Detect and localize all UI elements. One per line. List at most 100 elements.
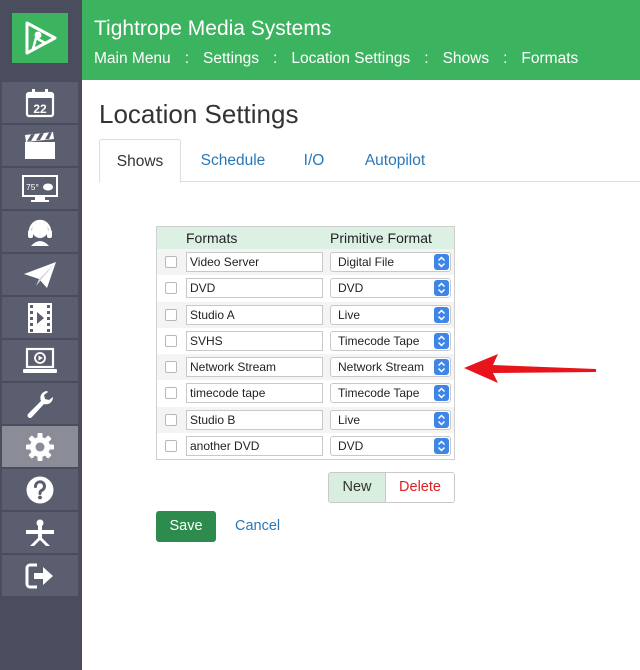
breadcrumb-location-settings[interactable]: Location Settings: [291, 50, 410, 68]
sidebar-item-tools[interactable]: [2, 383, 78, 424]
breadcrumb-settings[interactable]: Settings: [203, 50, 259, 68]
sidebar-nav: 22 75°: [0, 82, 82, 598]
row-checkbox[interactable]: [165, 282, 177, 295]
film-icon: [28, 302, 52, 333]
table-header: Formats Primitive Format: [157, 227, 454, 249]
app-logo[interactable]: [12, 13, 68, 63]
format-name-input[interactable]: Video Server: [186, 252, 323, 272]
tab-schedule[interactable]: Schedule: [187, 139, 279, 182]
gear-icon: [26, 432, 54, 461]
sidebar-item-player[interactable]: [2, 340, 78, 381]
breadcrumb-separator: :: [273, 50, 278, 67]
primitive-format-select[interactable]: Digital File: [330, 252, 451, 272]
save-button[interactable]: Save: [156, 511, 216, 542]
table-row: Video Server Digital File: [157, 249, 454, 276]
sidebar-item-logout[interactable]: [2, 555, 78, 596]
network-icon: [26, 519, 54, 546]
select-updown-icon: [434, 306, 449, 323]
sidebar-item-settings[interactable]: [2, 426, 78, 467]
select-updown-icon: [434, 411, 449, 428]
row-checkbox[interactable]: [165, 387, 177, 400]
row-checkbox[interactable]: [165, 256, 177, 268]
calendar-day-text: 22: [33, 102, 47, 116]
table-row: Studio A Live: [157, 301, 454, 328]
select-updown-icon: [434, 438, 449, 455]
primitive-format-select[interactable]: Timecode Tape: [330, 383, 451, 404]
weather-temp-text: 75°: [26, 182, 39, 192]
format-name-input[interactable]: Studio A: [186, 304, 323, 325]
formats-table: Formats Primitive Format Video Server Di…: [156, 226, 455, 461]
tab-io[interactable]: I/O: [291, 139, 337, 182]
breadcrumb-main-menu[interactable]: Main Menu: [94, 50, 171, 68]
sidebar-item-support[interactable]: [2, 211, 78, 252]
sidebar-item-help[interactable]: [2, 469, 78, 510]
primitive-format-value: Live: [338, 412, 361, 427]
play-triangle-logo-icon: [25, 21, 57, 55]
sidebar-item-network[interactable]: [2, 512, 78, 553]
primitive-format-value: DVD: [338, 439, 364, 454]
table-row: SVHS Timecode Tape: [157, 328, 454, 354]
clapperboard-icon: [25, 131, 55, 159]
sidebar-item-send[interactable]: [2, 254, 78, 295]
row-checkbox[interactable]: [165, 440, 177, 453]
primitive-format-value: Digital File: [338, 255, 395, 269]
primitive-format-select[interactable]: DVD: [330, 436, 451, 457]
select-updown-icon: [434, 332, 449, 349]
row-checkbox[interactable]: [165, 308, 177, 321]
table-row: Studio B Live: [157, 406, 454, 434]
monitor-weather-icon: 75°: [22, 174, 58, 202]
tab-autopilot[interactable]: Autopilot: [353, 139, 437, 182]
format-name-input[interactable]: another DVD: [186, 436, 323, 457]
column-header-formats: Formats: [186, 230, 238, 246]
table-row: another DVD DVD: [157, 433, 454, 459]
primitive-format-select[interactable]: Network Stream: [330, 357, 451, 378]
breadcrumb: Main Menu : Settings : Location Settings…: [94, 50, 578, 68]
laptop-play-icon: [23, 347, 57, 373]
sidebar-item-weather-display[interactable]: 75°: [2, 168, 78, 209]
primitive-format-value: Network Stream: [338, 360, 425, 375]
primitive-format-value: Timecode Tape: [338, 333, 420, 348]
logout-icon: [25, 563, 53, 588]
format-name-input[interactable]: Network Stream: [186, 357, 323, 378]
page-title: Location Settings: [99, 99, 299, 129]
paper-plane-icon: [24, 261, 56, 288]
breadcrumb-separator: :: [184, 50, 189, 67]
sidebar-item-calendar[interactable]: 22: [2, 82, 78, 123]
select-updown-icon: [434, 385, 449, 402]
wrench-icon: [27, 390, 54, 418]
table-row: timecode tape Timecode Tape: [157, 380, 454, 406]
breadcrumb-separator: :: [503, 50, 508, 67]
select-updown-icon: [434, 359, 449, 376]
select-updown-icon: [434, 254, 449, 270]
app-header: Tightrope Media Systems Main Menu : Sett…: [82, 0, 640, 80]
sidebar: 22 75°: [0, 0, 82, 670]
primitive-format-select[interactable]: Timecode Tape: [330, 330, 451, 351]
primitive-format-value: DVD: [338, 281, 364, 296]
format-name-input[interactable]: timecode tape: [186, 383, 323, 404]
row-checkbox[interactable]: [165, 361, 177, 374]
cancel-link[interactable]: Cancel: [235, 518, 280, 534]
format-name-input[interactable]: SVHS: [186, 330, 323, 351]
app-title: Tightrope Media Systems: [94, 17, 332, 40]
format-name-input[interactable]: Studio B: [186, 409, 323, 430]
row-checkbox[interactable]: [165, 334, 177, 347]
table-row: DVD DVD: [157, 275, 454, 301]
select-updown-icon: [434, 280, 449, 297]
breadcrumb-formats[interactable]: Formats: [521, 50, 578, 68]
table-row: Network Stream Network Stream: [157, 354, 454, 381]
new-button[interactable]: New: [329, 473, 386, 502]
breadcrumb-separator: :: [424, 50, 429, 67]
row-actions: New Delete: [328, 472, 455, 503]
primitive-format-select[interactable]: DVD: [330, 278, 451, 299]
row-checkbox[interactable]: [165, 413, 177, 426]
primitive-format-select[interactable]: Live: [330, 304, 451, 325]
calendar-icon: 22: [25, 88, 55, 117]
format-name-input[interactable]: DVD: [186, 278, 323, 299]
breadcrumb-shows[interactable]: Shows: [443, 50, 490, 68]
delete-button[interactable]: Delete: [386, 473, 454, 502]
primitive-format-value: Live: [338, 307, 361, 322]
sidebar-item-media[interactable]: [2, 297, 78, 338]
sidebar-item-clapperboard[interactable]: [2, 125, 78, 166]
tab-shows[interactable]: Shows: [99, 139, 181, 183]
primitive-format-select[interactable]: Live: [330, 409, 451, 430]
